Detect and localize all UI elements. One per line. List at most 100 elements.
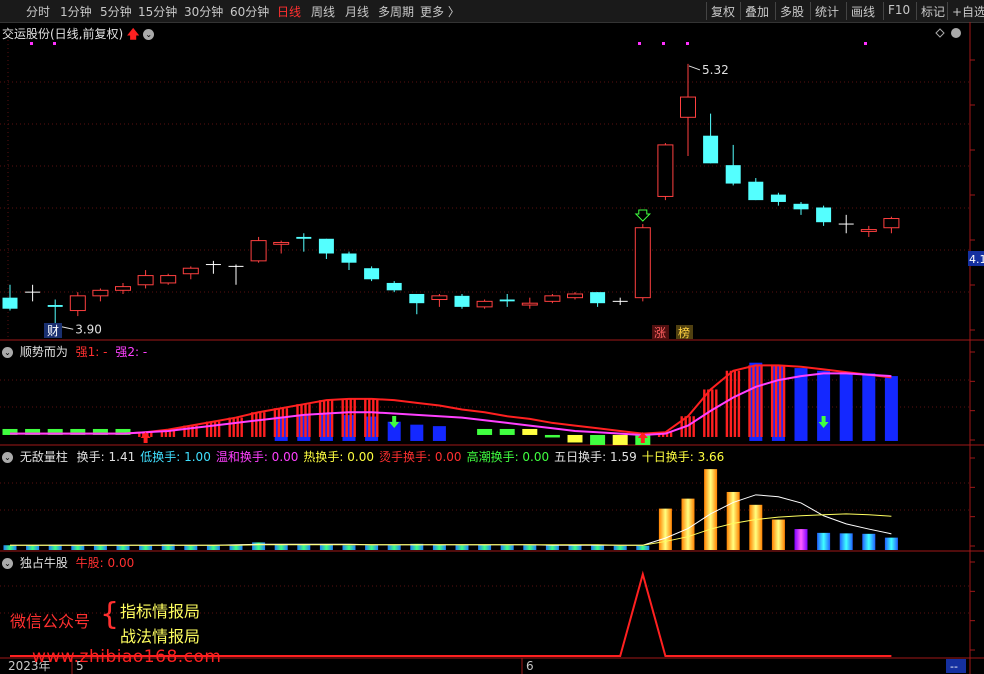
panel2-bar [296,404,299,437]
panel2-label-b: 强2: - [115,345,148,359]
toolbar-right-item-5[interactable]: F10 [888,3,910,17]
panel3-field-1: 低换手: 1.00 [140,450,211,464]
toolbar-right-item-3[interactable]: 统计 [815,3,839,20]
panel2-bar [232,417,235,437]
toolbar-item-1[interactable]: 1分钟 [60,3,92,20]
toolbar-item-6[interactable]: 日线 [277,3,301,20]
panel2-bar [341,398,344,437]
panel2-bar [209,421,213,437]
toolbar-item-10[interactable]: 更多 〉 [420,3,460,20]
candle-body [160,275,177,284]
panel3-collapse-icon[interactable]: ⌄ [2,452,13,463]
toolbar-separator [883,2,884,20]
panel3-bar [523,545,537,550]
panel3-field-7: 十日换手: 3.66 [641,450,725,464]
high-pointer [688,65,701,71]
settings-dropdown-icon[interactable]: ⌄ [143,29,155,40]
panel3-fields: 换手: 1.41 低换手: 1.00 温和换手: 0.00 热换手: 0.00 烫手换手… [72,450,725,464]
panel2-bar [349,398,352,437]
panel2-bar [760,365,763,437]
candle-body [544,295,561,302]
toolbar-right-item-0[interactable]: 复权 [711,3,735,20]
toolbar-item-9[interactable]: 多周期 [378,3,414,20]
toolbar-right-item-2[interactable]: 多股 [780,3,804,20]
toolbar-item-0[interactable]: 分时 [26,3,50,20]
candle-body [476,300,493,308]
watermark-line1: 指标情报局 [120,602,201,621]
panel2-bar [782,365,786,437]
candle-body [499,299,515,302]
panel3-name: 无敌量柱 [19,450,68,464]
panel3-bar [568,545,582,550]
panel2-bar [725,370,729,437]
candle-body [748,181,764,201]
panel4-collapse-icon[interactable]: ⌄ [2,558,13,569]
panel3-bar [184,545,198,550]
candle-body [770,194,786,202]
panel2-header: ⌄ 顺势而为 强1: - 强2: - [2,343,147,360]
panel2-bar [711,389,714,437]
panel2-bar [304,404,307,437]
panel3-bar [884,537,898,550]
panel2-bar [884,376,898,441]
panel2-bar [794,368,808,441]
panel2-collapse-icon[interactable]: ⌄ [2,347,13,358]
toolbar-separator [706,2,707,20]
panel3-bar [681,498,695,550]
rights-arrow-icon[interactable]: 🡅 [127,27,139,41]
diamond-icon [935,28,945,38]
panel3-bar [591,545,605,550]
panel2-bar [839,373,853,441]
toolbar-right-item-7[interactable]: +自选 [952,3,984,20]
panel2-bar [259,412,262,437]
panel3-bar [704,469,718,550]
panel2-bar [733,370,737,437]
candle-body [883,218,900,229]
panel2-bar [774,365,778,437]
signal-dot [864,42,867,45]
panel2-bar [263,412,266,437]
candle-body [725,165,741,184]
panel2-bar [477,428,493,435]
toolbar-separator [740,2,741,20]
panel3-bar [500,545,514,550]
panel2-bar [544,434,560,438]
toolbar-right-item-4[interactable]: 画线 [851,3,875,20]
toolbar-item-2[interactable]: 5分钟 [100,3,132,20]
panel3-bar [862,533,876,550]
toolbar-item-3[interactable]: 15分钟 [138,3,177,20]
toolbar-right-item-6[interactable]: 标记 [921,3,945,20]
signal-dot [662,42,665,45]
panel3-bar [478,544,492,550]
panel2-bar [308,404,311,437]
panel3-bar [71,545,85,550]
signal-dot [686,42,689,45]
badge-bang: 榜 [678,325,690,340]
panel2-bar [410,424,424,441]
candle-body [634,227,651,299]
price-tag: 4.1 [969,253,984,266]
panel2-bar [326,400,330,437]
panel2-bar [567,434,583,443]
panel2-bar [285,408,289,437]
panel3-field-5: 高潮换手: 0.00 [466,450,550,464]
toolbar-item-7[interactable]: 周线 [311,3,335,20]
toolbar-separator [775,2,776,20]
panel3-bar [613,545,627,550]
panel3-bar [817,532,831,550]
panel2-bar [522,428,538,435]
panel2-bar [715,389,718,437]
toolbar-item-8[interactable]: 月线 [345,3,369,20]
low-price-label: 3.90 [75,322,102,336]
watermark-line2: 战法情报局 [120,627,201,646]
panel2-bar [300,404,303,437]
panel2-bar [612,434,628,445]
badge-zhang: 涨 [654,325,666,340]
toolbar-right-item-1[interactable]: 叠加 [745,3,769,20]
panel3-bar [274,544,288,550]
toolbar-separator [916,2,917,20]
toolbar-item-4[interactable]: 30分钟 [184,3,223,20]
candle-body [318,238,334,254]
panel2-label-a: 强1: - [75,345,108,359]
toolbar-item-5[interactable]: 60分钟 [230,3,269,20]
